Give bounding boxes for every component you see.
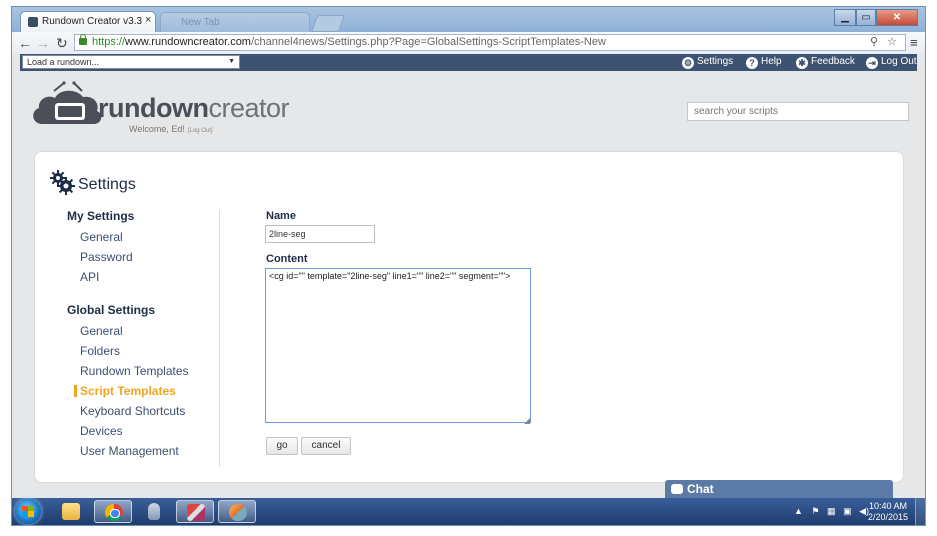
page-content: Load a rundown... ▼ ⚙ Settings ? Help ✱ Fee… (12, 54, 925, 498)
logo-text-bold: rundown (98, 93, 208, 123)
nav-settings[interactable]: ⚙ Settings (682, 56, 733, 69)
taskbar-tool-app[interactable] (176, 500, 214, 523)
mouse-icon (148, 503, 160, 520)
url-bar[interactable]: https://www.rundowncreator.com/channel4n… (74, 34, 906, 51)
taskbar-mouse-app[interactable] (135, 500, 173, 523)
taskbar-explorer[interactable] (52, 500, 90, 523)
help-icon: ? (746, 57, 758, 69)
start-button[interactable] (15, 499, 41, 524)
nav-feedback[interactable]: ✱ Feedback (796, 56, 855, 69)
address-bar-row: ← → ↻ https://www.rundowncreator.com/cha… (12, 32, 925, 55)
network-icon[interactable]: ▦ (827, 506, 836, 516)
sidebar-item-keyboard-shortcuts[interactable]: Keyboard Shortcuts (80, 404, 185, 418)
clock-time: 10:40 AM (868, 501, 908, 511)
logout-icon: ⇥ (866, 57, 878, 69)
tab-background[interactable]: New Tab (160, 12, 310, 32)
gear-icon: ⚙ (682, 57, 694, 69)
lock-icon (79, 34, 87, 45)
taskbar-chrome[interactable] (94, 500, 132, 523)
monitor-icon[interactable]: ▣ (843, 506, 852, 516)
nav-help[interactable]: ? Help (746, 56, 782, 69)
folder-icon (62, 503, 80, 520)
sidebar-item-rundown-templates[interactable]: Rundown Templates (80, 364, 189, 378)
active-item-indicator (74, 385, 77, 397)
show-hidden-icons[interactable]: ▲ (794, 506, 803, 516)
gears-icon (50, 170, 75, 195)
sidebar-item-api[interactable]: API (80, 270, 99, 284)
nav-feedback-label: Feedback (811, 56, 855, 67)
close-window-button[interactable]: ✕ (876, 9, 918, 26)
windows-taskbar: ▲ ⚑ ▦ ▣ ◀) 10:40 AM 2/20/2015 (12, 498, 926, 525)
minimize-button[interactable]: ▁ (834, 9, 856, 26)
tab-rundown-creator[interactable]: Rundown Creator v3.3.0.1 × (20, 11, 156, 32)
welcome-text: Welcome, Ed! [Log Out] (129, 124, 213, 134)
chevron-down-icon: ▼ (228, 58, 235, 65)
system-tray: ▲ ⚑ ▦ ▣ ◀) (794, 506, 869, 517)
sidebar-item-password[interactable]: Password (80, 250, 133, 264)
flag-icon[interactable]: ⚑ (811, 506, 819, 516)
sidebar-item-my-general[interactable]: General (80, 230, 123, 244)
star-icon[interactable]: ☆ (887, 35, 897, 50)
page-title: Settings (78, 176, 136, 193)
browser-window: Rundown Creator v3.3.0.1 × New Tab ▁ ▭ ✕… (11, 6, 926, 526)
clock-date: 2/20/2015 (868, 512, 909, 522)
show-desktop-button[interactable] (915, 498, 926, 525)
reload-icon[interactable]: ↻ (56, 35, 68, 52)
sidebar-item-devices[interactable]: Devices (80, 424, 123, 438)
logo-text-light: creator (208, 93, 289, 123)
sidebar-item-script-templates[interactable]: Script Templates (80, 384, 176, 398)
nav-logout-label: Log Out (881, 56, 917, 67)
forward-arrow-icon[interactable]: → (36, 35, 50, 51)
taskbar-paint-app[interactable] (218, 500, 256, 523)
chrome-icon (105, 504, 123, 521)
nav-help-label: Help (761, 56, 782, 67)
name-label: Name (266, 210, 296, 222)
sidebar-item-folders[interactable]: Folders (80, 344, 120, 358)
tab-title: Rundown Creator v3.3.0.1 (42, 16, 142, 27)
search-input[interactable] (687, 102, 909, 121)
back-arrow-icon[interactable]: ← (18, 35, 32, 51)
sidebar-item-user-management[interactable]: User Management (80, 444, 179, 458)
rundown-select-value: Load a rundown... (27, 57, 100, 67)
settings-card: Settings My Settings General Password AP… (34, 151, 904, 483)
my-settings-heading: My Settings (67, 209, 135, 223)
nav-settings-label: Settings (697, 56, 734, 67)
tool-icon (187, 504, 205, 521)
global-settings-heading: Global Settings (67, 303, 156, 317)
windows-logo-icon-lower (22, 511, 34, 517)
chat-bubble-icon (671, 484, 683, 494)
hamburger-menu-icon[interactable]: ≡ (910, 35, 918, 50)
url-host: www.rundowncreator.com (125, 36, 251, 48)
paint-icon (229, 504, 247, 521)
app-top-bar: Load a rundown... ▼ ⚙ Settings ? Help ✱ Fee… (20, 54, 917, 71)
bug-icon: ✱ (796, 57, 808, 69)
go-button[interactable]: go (266, 437, 298, 455)
url-scheme: https:// (92, 36, 126, 48)
zoom-icon[interactable]: ⚲ (870, 35, 878, 50)
svg-text:rundowncreator: rundowncreator (98, 93, 290, 123)
name-input[interactable] (265, 225, 375, 243)
content-textarea[interactable]: <cg id="" template="2line-seg" line1="" … (265, 268, 531, 423)
tab-strip: Rundown Creator v3.3.0.1 × New Tab ▁ ▭ ✕ (12, 7, 925, 32)
resize-grip-icon[interactable]: ◢ (524, 416, 530, 425)
favicon-icon (28, 17, 38, 27)
new-tab-button[interactable] (310, 15, 346, 32)
tab-close-icon[interactable]: × (145, 14, 151, 26)
rundown-select[interactable]: Load a rundown... ▼ (22, 55, 240, 69)
url-text: https://www.rundowncreator.com/channel4n… (92, 35, 606, 50)
nav-logout[interactable]: ⇥ Log Out (866, 56, 917, 69)
sidebar-item-global-general[interactable]: General (80, 324, 123, 338)
sidebar-divider (219, 210, 220, 467)
taskbar-clock[interactable]: 10:40 AM 2/20/2015 (868, 501, 908, 523)
chat-label: Chat (687, 482, 714, 496)
url-path: /channel4news/Settings.php?Page=GlobalSe… (250, 36, 606, 48)
tab-title: New Tab (181, 17, 220, 28)
content-label: Content (266, 253, 308, 265)
welcome-label: Welcome, Ed! (129, 124, 185, 134)
welcome-logout-link[interactable]: [Log Out] (188, 128, 213, 134)
chat-widget[interactable]: Chat (665, 480, 893, 498)
cancel-button[interactable]: cancel (301, 437, 351, 455)
maximize-button[interactable]: ▭ (856, 9, 876, 26)
